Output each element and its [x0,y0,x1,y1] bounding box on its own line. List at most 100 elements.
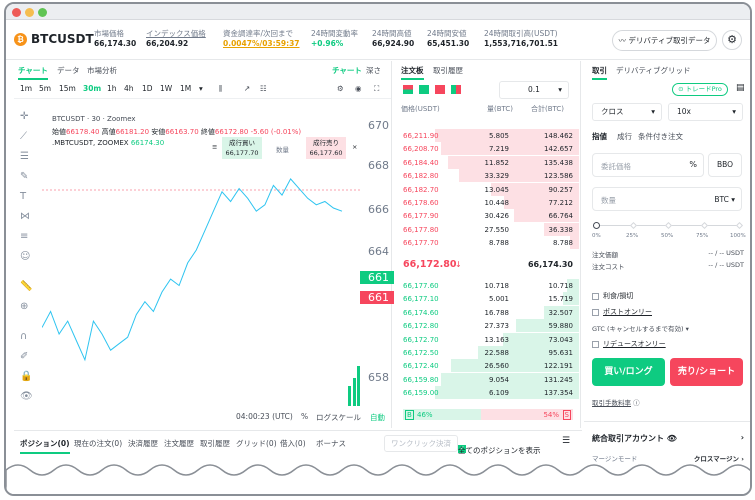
tpsl-checkbox[interactable]: 利食/損切 [592,291,633,301]
stat-funding-rate[interactable]: 資金調達率/次回まで 0.0047%/03:59:37 [223,28,300,48]
trendline-icon[interactable]: ⟋ [20,131,27,142]
close-widget-icon[interactable]: × [352,143,357,151]
bid-row[interactable]: 66,172.80 27.373 59.880 [399,319,579,333]
buy-long-button[interactable]: 買い/ロング [592,358,665,386]
tf-1m-month[interactable]: 1M [180,84,191,93]
view-depth[interactable]: 深さ [366,65,381,76]
price-axis[interactable]: 670 668 666 664 661 661 658 [360,117,394,407]
eye-icon[interactable]: 👁 [667,434,677,443]
tab-bonus[interactable]: ボーナス [316,438,346,449]
tf-1w[interactable]: 1W [160,84,172,93]
filter-settings-icon[interactable]: ☰ [562,436,570,446]
tab-positions[interactable]: ポジション(0) [20,438,70,454]
percent-icon[interactable]: % [689,160,697,169]
bid-row[interactable]: 66,172.40 26.560 122.191 [399,359,579,373]
ask-row[interactable]: 66,178.60 10.448 77.212 [399,196,579,209]
ruler-icon[interactable]: 📏 [20,281,32,292]
post-only-checkbox[interactable]: ポストオンリー [592,307,652,317]
menu-icon[interactable]: ≡ [212,143,217,151]
tab-limit[interactable]: 指値 [592,131,607,142]
price-chart[interactable] [42,156,360,406]
crosshair-icon[interactable]: ✛ [20,111,28,122]
pattern-icon[interactable]: ⋈ [20,211,30,222]
fullscreen-icon[interactable]: ⛶ [374,84,379,94]
timeframe-dropdown-icon[interactable]: ▾ [199,84,203,93]
tab-closed-pnl[interactable]: 決済履歴 [128,438,158,449]
reduce-only-checkbox[interactable]: リデュースオンリー [592,339,666,349]
asks-view-icon[interactable] [435,85,445,94]
zoom-in-icon[interactable]: ⊕ [20,301,28,312]
tab-orderbook[interactable]: 注文板 [401,65,424,80]
camera-icon[interactable]: ◉ [355,84,362,93]
settings-gear-icon[interactable]: ⚙ [722,30,742,50]
calculator-icon[interactable]: ▤ [736,83,745,93]
bid-row[interactable]: 66,177.10 5.001 15.719 [399,292,579,306]
eye-icon[interactable]: 👁 [20,391,33,402]
ask-row[interactable]: 66,177.80 27.550 36.338 [399,222,579,236]
indicator-icon[interactable]: ↗ [244,84,250,93]
quantity-input[interactable]: 数量 BTC ▾ [592,187,742,211]
tab-open-orders[interactable]: 現在の注文(0) [74,438,122,449]
view-mode-icon[interactable] [451,85,461,94]
maximize-window-button[interactable] [38,8,47,17]
tab-trade[interactable]: 取引 [592,65,607,80]
sell-short-button[interactable]: 売り/ショート [670,358,743,386]
one-click-close-button[interactable]: ワンクリック決済 [384,435,458,452]
candle-type-icon[interactable]: ⫼ [219,84,222,94]
tab-data[interactable]: データ [57,65,80,76]
ask-row[interactable]: 66,184.40 11.852 135.438 [399,155,579,169]
tab-order-history[interactable]: 注文履歴 [164,438,194,449]
tab-trade-history-bottom[interactable]: 取引履歴 [200,438,230,449]
percent-toggle[interactable]: % [301,412,308,421]
bids-view-icon[interactable] [419,85,429,94]
bid-row[interactable]: 66,159.80 9.054 131.245 [399,372,579,386]
tab-borrow[interactable]: 借入(0) [280,438,306,449]
tf-30m[interactable]: 30m [83,84,101,93]
tf-1m[interactable]: 1m [20,84,32,93]
ask-row[interactable]: 66,177.90 30.426 66.764 [399,209,579,223]
magnet-icon[interactable]: ∩ [20,331,27,342]
tab-trade-history[interactable]: 取引履歴 [433,65,463,76]
unified-account-section[interactable]: 統合取引アカウント 👁 › [592,433,744,444]
quantity-slider[interactable] [593,221,744,231]
view-chart[interactable]: チャート [332,65,362,76]
symbol-selector[interactable]: BTCUSDT [31,32,94,46]
brush-icon[interactable]: ✎ [20,171,28,182]
ask-row[interactable]: 66,182.80 33.329 123.586 [399,169,579,183]
tf-5m[interactable]: 5m [39,84,51,93]
text-tool-icon[interactable]: T [20,191,26,202]
emoji-icon[interactable]: ☺ [20,251,30,262]
both-sides-view-icon[interactable] [403,85,413,94]
close-window-button[interactable] [12,8,21,17]
lock-drawing-icon[interactable]: ✐ [20,351,28,362]
qty-unit-select[interactable]: BTC ▾ [714,195,735,204]
minimize-window-button[interactable] [25,8,34,17]
layout-icon[interactable]: ☷ [260,84,267,93]
chart-settings-icon[interactable]: ⚙ [337,84,344,93]
tab-market[interactable]: 成行 [617,131,632,142]
slider-handle[interactable] [593,222,600,229]
time-in-force-select[interactable]: GTC (キャンセルするまで有効) ▾ [592,323,689,333]
tab-chart[interactable]: チャート [18,65,48,80]
tab-conditional[interactable]: 条件付き注文 [638,131,683,142]
bid-row[interactable]: 66,159.00 6.109 137.354 [399,386,579,400]
bid-row[interactable]: 66,172.50 22.588 95.631 [399,346,579,359]
fib-icon[interactable]: ≡ [20,231,28,242]
ask-row[interactable]: 66,177.70 8.788 8.788 [399,236,579,250]
ask-row[interactable]: 66,182.70 13.045 90.257 [399,182,579,196]
tab-derivatives-grid[interactable]: デリバティブグリッド [616,65,691,76]
fee-rate-link[interactable]: 取引手数料率 ⓘ [592,397,640,407]
bbo-button[interactable]: BBO [708,153,742,177]
log-scale-toggle[interactable]: ログスケール [316,412,361,423]
horizontal-lines-icon[interactable]: ☰ [20,151,29,162]
ask-row[interactable]: 66,211.90 5.805 148.462 [399,129,579,142]
tf-4h[interactable]: 4h [124,84,134,93]
precision-select[interactable]: 0.1 ▾ [499,81,569,99]
lock-icon[interactable]: 🔒 [20,371,32,382]
bid-row[interactable]: 66,172.70 13.163 73.043 [399,332,579,346]
trade-pro-button[interactable]: ⊙ トレードPro [672,83,728,96]
tf-1h[interactable]: 1h [107,84,117,93]
tab-market-analysis[interactable]: 市場分析 [87,65,117,76]
price-input[interactable]: 委託価格 % [592,153,704,177]
tab-grid[interactable]: グリッド(0) [236,438,277,449]
